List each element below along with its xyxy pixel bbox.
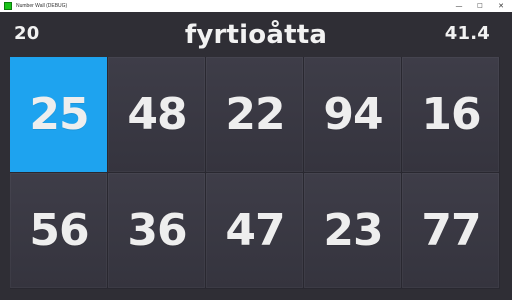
game-window: Number Wall (DEBUG) — □ ✕ 20 fyrtioåtta … xyxy=(0,0,512,300)
tile-number: 48 xyxy=(127,89,187,140)
number-tile-8[interactable]: 47 xyxy=(206,173,304,289)
tile-number: 77 xyxy=(421,205,481,256)
right-value: 41.4 xyxy=(444,23,490,44)
number-tile-5[interactable]: 16 xyxy=(402,57,500,173)
number-tile-7[interactable]: 36 xyxy=(108,173,206,289)
tile-number: 56 xyxy=(29,205,89,256)
tile-number: 47 xyxy=(225,205,285,256)
number-tile-4[interactable]: 94 xyxy=(304,57,402,173)
tile-number: 25 xyxy=(29,89,89,140)
window-title-bar: Number Wall (DEBUG) — □ ✕ xyxy=(0,0,512,12)
game-header: 20 fyrtioåtta 41.4 xyxy=(0,12,512,57)
close-button[interactable]: ✕ xyxy=(491,0,511,12)
tile-number: 36 xyxy=(127,205,187,256)
maximize-button[interactable]: □ xyxy=(470,0,490,12)
number-tile-6[interactable]: 56 xyxy=(10,173,108,289)
number-tile-1[interactable]: 25 xyxy=(10,57,108,173)
number-tile-3[interactable]: 22 xyxy=(206,57,304,173)
tile-number: 16 xyxy=(421,89,481,140)
number-tile-2[interactable]: 48 xyxy=(108,57,206,173)
tile-number: 94 xyxy=(323,89,383,140)
app-icon xyxy=(4,2,12,10)
number-tile-10[interactable]: 77 xyxy=(402,173,500,289)
window-title: Number Wall (DEBUG) xyxy=(16,3,68,9)
number-word-prompt: fyrtioåtta xyxy=(184,20,328,50)
number-grid: 25 48 22 94 16 56 36 47 23 77 xyxy=(10,57,502,289)
tile-number: 22 xyxy=(225,89,285,140)
number-tile-9[interactable]: 23 xyxy=(304,173,402,289)
tile-number: 23 xyxy=(323,205,383,256)
left-counter: 20 xyxy=(14,23,40,44)
minimize-button[interactable]: — xyxy=(449,0,469,12)
